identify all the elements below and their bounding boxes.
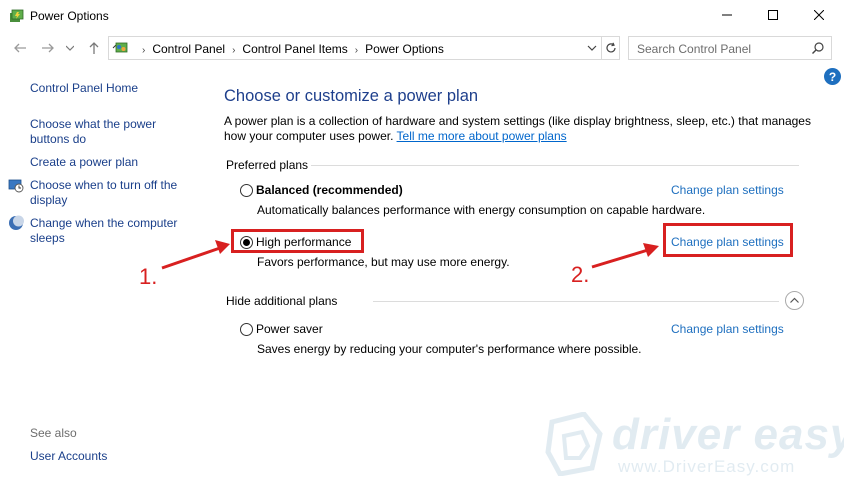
maximize-button[interactable]: [750, 0, 796, 30]
forward-arrow-icon: [42, 43, 54, 53]
search-box[interactable]: Search Control Panel: [628, 36, 832, 60]
see-also-heading: See also: [30, 426, 77, 440]
sidebar-item-create-plan[interactable]: Create a power plan: [30, 155, 138, 170]
minimize-icon: [722, 14, 732, 16]
annotation-arrow-1: [161, 246, 221, 270]
page-description: A power plan is a collection of hardware…: [224, 114, 814, 144]
plan-description-high-performance: Favors performance, but may use more ene…: [257, 255, 510, 269]
watermark: driver easy www.DriverEasy.com: [540, 408, 844, 480]
change-plan-settings-power-saver[interactable]: Change plan settings: [671, 322, 784, 336]
breadcrumb-item[interactable]: Power Options: [365, 42, 444, 56]
chevron-up-icon: [790, 297, 799, 303]
preferred-plans-heading: Preferred plans: [226, 158, 309, 172]
search-icon[interactable]: [811, 41, 825, 55]
annotation-box-change-settings: [663, 223, 793, 257]
moon-icon: [9, 215, 24, 230]
section-divider: [311, 165, 799, 166]
plan-description-power-saver: Saves energy by reducing your computer's…: [257, 342, 642, 356]
refresh-icon: [606, 42, 616, 53]
radio-balanced[interactable]: [240, 184, 253, 197]
user-accounts-link[interactable]: User Accounts: [30, 449, 107, 463]
help-icon[interactable]: ?: [824, 68, 841, 85]
sidebar-item-computer-sleeps[interactable]: Change when the computer sleeps: [30, 216, 190, 246]
address-toolbar: › Control Panel › Control Panel Items › Power…: [0, 32, 844, 64]
control-panel-icon: [112, 42, 128, 53]
annotation-arrow-2: [591, 248, 649, 269]
annotation-arrowhead-2: [643, 243, 659, 257]
search-input[interactable]: Search Control Panel: [637, 42, 751, 56]
minimize-button[interactable]: [704, 0, 750, 30]
change-plan-settings-balanced[interactable]: Change plan settings: [671, 183, 784, 197]
up-button[interactable]: [84, 39, 104, 57]
close-icon: [814, 10, 824, 20]
address-dropdown-icon[interactable]: [585, 41, 599, 55]
sidebar-item-turn-off-display[interactable]: Choose when to turn off the display: [30, 178, 190, 208]
plan-name-balanced[interactable]: Balanced (recommended): [256, 183, 403, 197]
watermark-url: www.DriverEasy.com: [618, 457, 796, 476]
sidebar-item-control-panel-home[interactable]: Control Panel Home: [30, 81, 138, 96]
annotation-step-1: 1.: [139, 264, 158, 289]
close-button[interactable]: [796, 0, 842, 30]
learn-more-link[interactable]: Tell me more about power plans: [397, 129, 567, 143]
annotation-arrowhead-1: [215, 240, 230, 254]
back-arrow-icon: [14, 43, 26, 53]
chevron-down-icon: [66, 45, 74, 51]
breadcrumb: › Control Panel › Control Panel Items › Power…: [142, 42, 444, 56]
radio-power-saver[interactable]: [240, 323, 253, 336]
sidebar-item-power-buttons[interactable]: Choose what the power buttons do: [30, 117, 170, 147]
maximize-icon: [768, 10, 778, 20]
collapse-plans-button[interactable]: [785, 291, 804, 310]
plan-name-power-saver[interactable]: Power saver: [256, 322, 323, 336]
up-arrow-icon: [89, 42, 99, 54]
watermark-brand: driver easy: [612, 410, 844, 459]
refresh-button[interactable]: [601, 37, 620, 59]
breadcrumb-item[interactable]: Control Panel: [152, 42, 225, 56]
back-button[interactable]: [10, 39, 30, 57]
title-bar: Power Options: [0, 0, 844, 32]
display-clock-icon: [8, 179, 24, 193]
window-title: Power Options: [30, 9, 109, 23]
power-options-icon: [10, 9, 24, 22]
page-title: Choose or customize a power plan: [224, 87, 479, 105]
plan-description-balanced: Automatically balances performance with …: [257, 203, 706, 217]
annotation-step-2: 2.: [571, 262, 590, 287]
annotation-box-high-performance: [231, 229, 364, 253]
section-divider: [373, 301, 779, 302]
address-bar[interactable]: › Control Panel › Control Panel Items › Power…: [108, 36, 620, 60]
hide-additional-plans-heading[interactable]: Hide additional plans: [226, 294, 337, 308]
forward-button[interactable]: [38, 39, 58, 57]
breadcrumb-item[interactable]: Control Panel Items: [242, 42, 347, 56]
recent-locations-button[interactable]: [63, 39, 77, 57]
driver-easy-logo: [545, 412, 603, 476]
